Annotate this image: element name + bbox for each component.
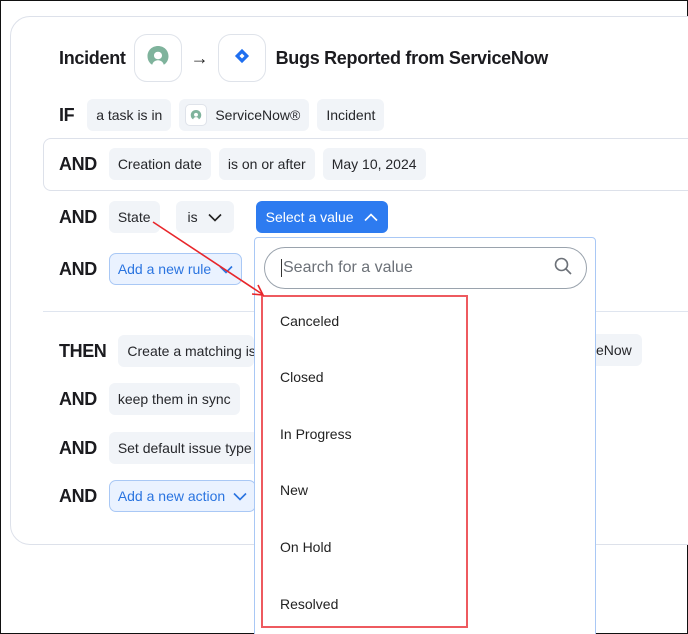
app-chip-label: ServiceNow®	[215, 107, 301, 123]
search-icon[interactable]	[554, 257, 572, 280]
if-keyword: IF	[59, 104, 75, 125]
then-keyword: THEN	[59, 340, 107, 361]
add-action-button[interactable]: Add a new action	[108, 480, 257, 512]
and-keyword: AND	[59, 388, 97, 409]
option-closed[interactable]: Closed	[280, 369, 324, 385]
and-keyword: AND	[59, 485, 97, 506]
arrow-right-icon: →	[190, 47, 209, 68]
option-canceled[interactable]: Canceled	[280, 313, 339, 329]
issue-type-action-row: AND Set default issue type	[59, 431, 259, 465]
create-matching-issue-chip[interactable]: Create a matching is	[118, 335, 255, 367]
field-chip-creation-date[interactable]: Creation date	[108, 148, 211, 180]
if-condition-row: IF a task is in ServiceNow® Incident	[59, 98, 385, 132]
option-in-progress[interactable]: In Progress	[280, 426, 352, 442]
and-keyword: AND	[59, 206, 97, 227]
date-value-chip[interactable]: May 10, 2024	[322, 148, 426, 180]
operator-label: is	[187, 209, 198, 225]
keep-in-sync-chip[interactable]: keep them in sync	[108, 383, 240, 415]
value-search-input[interactable]	[281, 259, 554, 277]
target-app-tile	[217, 34, 266, 82]
target-name: Bugs Reported from ServiceNow	[275, 47, 549, 68]
chevron-down-icon	[219, 261, 233, 277]
servicenow-small-icon	[185, 104, 208, 126]
and-keyword: AND	[59, 153, 97, 174]
flow-title: Incident → Bugs Reported from ServiceNow	[59, 34, 548, 82]
select-value-dropdown[interactable]: Select a value	[255, 201, 388, 233]
sync-action-row: AND keep them in sync	[59, 382, 240, 416]
operator-chip-on-or-after[interactable]: is on or after	[218, 148, 315, 180]
then-action-row: THEN Create a matching is	[59, 334, 255, 368]
chevron-down-icon	[208, 209, 222, 225]
and-keyword: AND	[59, 437, 97, 458]
value-search-box[interactable]	[264, 247, 587, 289]
option-on-hold[interactable]: On Hold	[280, 539, 331, 555]
jira-logo-icon	[233, 47, 251, 70]
servicenow-logo-icon	[146, 45, 170, 72]
add-action-label: Add a new action	[117, 488, 226, 504]
operator-dropdown-is[interactable]: is	[175, 201, 234, 233]
trigger-chip[interactable]: a task is in	[87, 99, 172, 131]
add-rule-button[interactable]: Add a new rule	[108, 253, 243, 285]
add-rule-label: Add a new rule	[117, 261, 212, 277]
chevron-down-icon	[233, 488, 247, 504]
creation-date-rule-row: AND Creation date is on or after May 10,…	[59, 147, 426, 181]
value-dropdown-panel: Canceled Closed In Progress New On Hold …	[254, 237, 596, 634]
and-keyword: AND	[59, 258, 97, 279]
field-chip-state[interactable]: State	[108, 201, 160, 233]
chevron-up-icon	[364, 209, 378, 225]
state-rule-row: AND State is Select a value	[59, 200, 388, 234]
option-new[interactable]: New	[280, 482, 308, 498]
source-name: Incident	[59, 47, 126, 68]
select-value-label: Select a value	[265, 209, 354, 225]
source-app-tile	[133, 34, 182, 82]
default-issue-type-chip[interactable]: Set default issue type	[108, 432, 259, 464]
app-chip[interactable]: ServiceNow®	[179, 99, 310, 131]
add-rule-row: AND Add a new rule	[59, 252, 243, 286]
table-chip[interactable]: Incident	[317, 99, 385, 131]
add-action-row: AND Add a new action	[59, 479, 257, 513]
option-resolved[interactable]: Resolved	[280, 596, 338, 612]
